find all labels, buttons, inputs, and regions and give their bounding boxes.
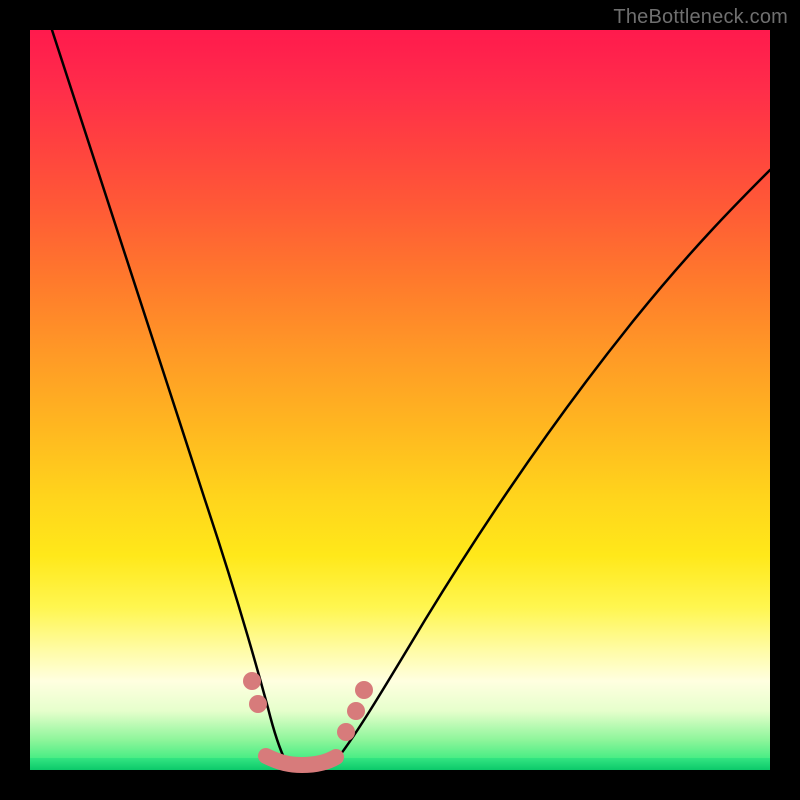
curves-layer (30, 30, 770, 770)
marker-dot-right-mid (347, 702, 365, 720)
marker-dot-right-lower (337, 723, 355, 741)
chart-frame: TheBottleneck.com (0, 0, 800, 800)
marker-dot-left-lower (249, 695, 267, 713)
marker-floor (266, 756, 336, 765)
watermark-text: TheBottleneck.com (613, 6, 788, 29)
marker-dot-left-upper (243, 672, 261, 690)
right-curve (332, 170, 770, 765)
marker-dot-right-upper (355, 681, 373, 699)
left-curve (52, 30, 286, 762)
